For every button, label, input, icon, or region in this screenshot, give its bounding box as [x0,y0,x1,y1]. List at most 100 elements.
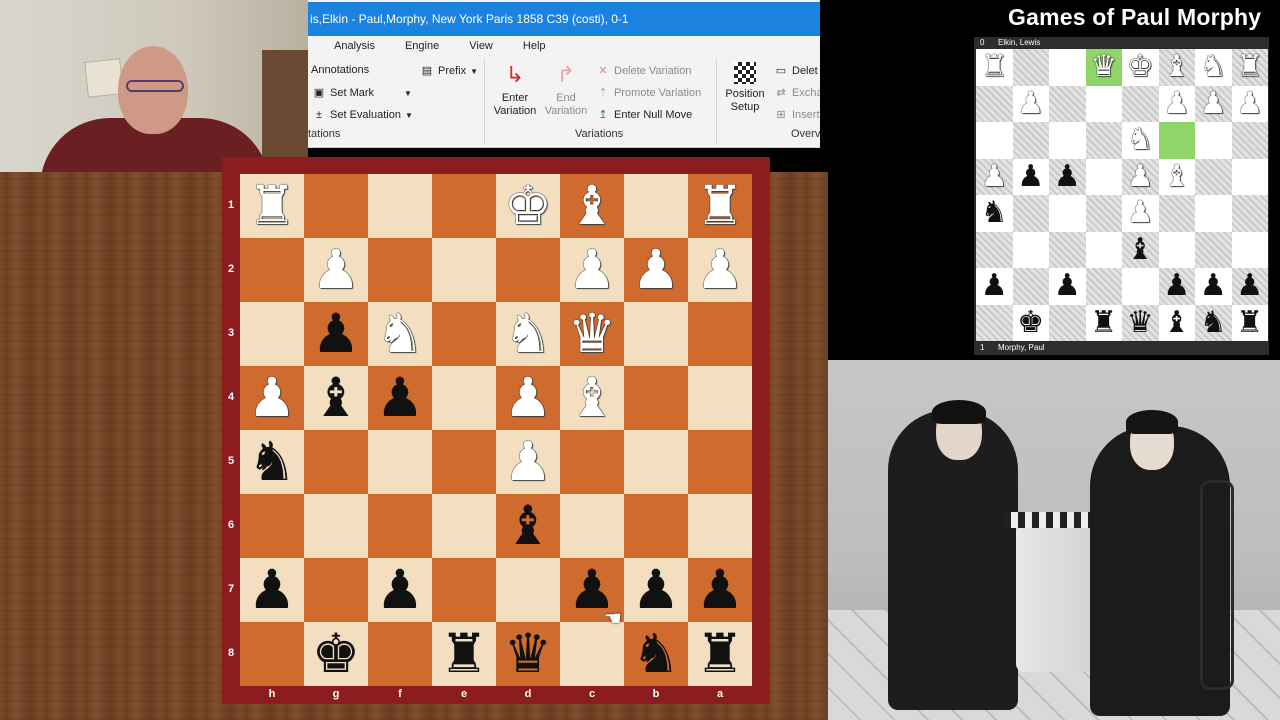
board-square[interactable]: ♚ [304,622,368,686]
board-square[interactable]: ♝ [496,494,560,558]
white-pawn-icon[interactable]: ♟ [504,435,552,489]
white-rook-icon[interactable]: ♜ [248,179,296,233]
board-square[interactable]: ♚ [496,174,560,238]
menu-analysis[interactable]: Analysis [334,40,375,52]
white-knight-icon[interactable]: ♞ [504,307,552,361]
black-knight-icon[interactable]: ♞ [248,435,296,489]
black-pawn-icon[interactable]: ♟ [632,563,680,617]
board-square[interactable] [688,366,752,430]
white-pawn-icon[interactable]: ♟ [312,243,360,297]
board-square[interactable]: ♟ [240,558,304,622]
prefix-dropdown[interactable]: ▤ Prefix ▼ [420,64,478,78]
board-square[interactable] [624,302,688,366]
board-square[interactable]: ♛ [496,622,560,686]
board-square[interactable] [624,174,688,238]
board-square[interactable]: ♟ [688,238,752,302]
white-knight-icon[interactable]: ♞ [376,307,424,361]
white-king-icon[interactable]: ♚ [504,179,552,233]
board-square[interactable] [304,174,368,238]
black-pawn-icon[interactable]: ♟ [376,563,424,617]
menu-help[interactable]: Help [523,40,546,52]
black-pawn-icon[interactable]: ♟ [312,307,360,361]
board-square[interactable]: ♟ [560,238,624,302]
board-square[interactable] [304,494,368,558]
board-square[interactable]: ♜ [432,622,496,686]
board-square[interactable] [496,558,560,622]
white-pawn-icon[interactable]: ♟ [248,371,296,425]
board-square[interactable]: ♝ [304,366,368,430]
board-square[interactable] [368,238,432,302]
black-knight-icon[interactable]: ♞ [632,627,680,681]
board-square[interactable] [624,494,688,558]
board-square[interactable]: ♟ [304,238,368,302]
chess-board[interactable]: ♜ ♚ ♝ ♜ ♟ ♟ ♟ ♟ ♟ ♞ ♞ ♛ ♟ ♝ ♟ ♟ ♝ ♞ ♟ ♝ ♟ ♟ ♟ ♟ ♟ ♚ ♜ ♛ ♞ ♜ [240,174,752,686]
menu-engine[interactable]: Engine [405,40,439,52]
promote-variation-button[interactable]: ⇡ Promote Variation [596,86,701,100]
board-square[interactable] [432,494,496,558]
board-square[interactable] [624,430,688,494]
board-square[interactable]: ♞ [624,622,688,686]
white-queen-icon[interactable]: ♛ [568,307,616,361]
board-square[interactable]: ♜ [240,174,304,238]
board-square[interactable]: ♜ [688,622,752,686]
delete-button[interactable]: ▭ Delet [774,64,818,78]
board-square[interactable] [688,430,752,494]
board-square[interactable] [624,366,688,430]
white-pawn-icon[interactable]: ♟ [632,243,680,297]
black-rook-icon[interactable]: ♜ [440,627,488,681]
board-square[interactable] [368,494,432,558]
board-square[interactable] [240,622,304,686]
board-square[interactable]: ♛ [560,302,624,366]
board-square[interactable] [432,174,496,238]
board-square[interactable] [432,302,496,366]
white-pawn-icon[interactable]: ♟ [504,371,552,425]
board-square[interactable]: ♟ [496,430,560,494]
menu-view[interactable]: View [469,40,493,52]
enter-variation-button[interactable]: ↳ Enter Variation [490,62,540,118]
exchange-button[interactable]: ⇄ Excha [774,86,820,100]
white-bishop-icon[interactable]: ♝ [568,179,616,233]
white-bishop-icon[interactable]: ♝ [568,371,616,425]
black-pawn-icon[interactable]: ♟ [248,563,296,617]
enter-null-move-button[interactable]: ↥ Enter Null Move [596,108,692,122]
board-square[interactable] [432,430,496,494]
board-square[interactable] [240,238,304,302]
black-pawn-icon[interactable]: ♟ [696,563,744,617]
set-evaluation-dropdown[interactable]: ± Set Evaluation ▼ [312,108,413,122]
board-square[interactable] [368,622,432,686]
board-square[interactable]: ♝ [560,174,624,238]
board-square[interactable]: ♟ [624,558,688,622]
board-square[interactable]: ♞ [368,302,432,366]
board-square[interactable]: ♞ [240,430,304,494]
board-square[interactable]: ♟ [240,366,304,430]
white-pawn-icon[interactable]: ♟ [568,243,616,297]
board-square[interactable] [496,238,560,302]
white-rook-icon[interactable]: ♜ [696,179,744,233]
board-square[interactable]: ♝ [560,366,624,430]
board-square[interactable] [240,494,304,558]
board-square[interactable] [560,430,624,494]
white-pawn-icon[interactable]: ♟ [696,243,744,297]
board-square[interactable] [368,430,432,494]
black-rook-icon[interactable]: ♜ [696,627,744,681]
black-queen-icon[interactable]: ♛ [504,627,552,681]
board-square[interactable]: ♟ [496,366,560,430]
board-square[interactable]: ♟ [368,366,432,430]
board-square[interactable] [304,430,368,494]
board-square[interactable] [688,302,752,366]
board-square[interactable] [368,174,432,238]
board-square[interactable] [688,494,752,558]
board-square[interactable] [432,238,496,302]
board-square[interactable] [432,558,496,622]
insert-button[interactable]: ⊞ Insert [774,108,819,122]
board-square[interactable] [304,558,368,622]
board-square[interactable]: ♜ [688,174,752,238]
black-pawn-icon[interactable]: ♟ [376,371,424,425]
board-square[interactable]: ♟ [304,302,368,366]
board-square[interactable] [240,302,304,366]
end-variation-button[interactable]: ↱ End Variation [540,62,592,118]
board-square[interactable] [432,366,496,430]
board-square[interactable]: ♟ [624,238,688,302]
board-square[interactable]: ♟ [368,558,432,622]
black-king-icon[interactable]: ♚ [312,627,360,681]
